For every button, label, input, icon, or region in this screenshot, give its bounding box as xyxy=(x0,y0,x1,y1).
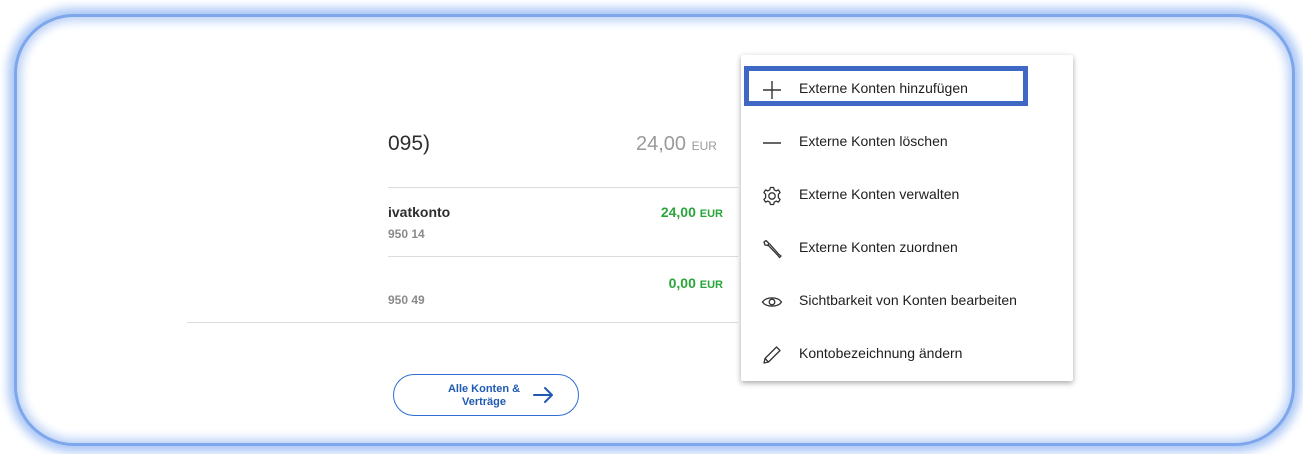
amount-value: 24,00 xyxy=(660,204,696,220)
menu-item-manage-external-accounts[interactable]: Externe Konten verwalten xyxy=(741,175,1073,215)
minus-icon xyxy=(761,132,783,154)
amount-value: 0,00 xyxy=(668,275,696,291)
gear-icon xyxy=(761,185,783,207)
all-accounts-button-label: Alle Konten & Verträge xyxy=(444,383,524,409)
highlight-box xyxy=(744,66,1028,106)
account-group-title: 095) xyxy=(388,132,431,155)
menu-item-label: Sichtbarkeit von Konten bearbeiten xyxy=(799,292,1017,308)
all-accounts-button-label-line2: Verträge xyxy=(461,396,507,408)
pencil-icon xyxy=(761,344,783,366)
account-group-total: 24,00 EUR xyxy=(636,133,717,156)
amount-currency: EUR xyxy=(699,279,723,291)
menu-item-delete-external-accounts[interactable]: Externe Konten löschen xyxy=(741,122,1073,162)
account-row-name[interactable]: ivatkonto xyxy=(388,204,450,220)
divider xyxy=(187,322,738,323)
divider xyxy=(388,256,738,257)
account-row-amount: 24,00 EUR xyxy=(661,204,723,220)
account-group-total-currency: EUR xyxy=(691,139,717,153)
all-accounts-button[interactable]: Alle Konten & Verträge xyxy=(393,374,579,416)
menu-item-assign-external-accounts[interactable]: Externe Konten zuordnen xyxy=(741,228,1073,268)
account-row-iban: 950 49 xyxy=(388,293,425,307)
amount-currency: EUR xyxy=(699,208,723,220)
menu-item-label: Externe Konten zuordnen xyxy=(799,239,958,255)
wrench-icon xyxy=(761,238,783,260)
accounts-overview: 095) 24,00 EUR ivatkonto 950 14 24,00 EU… xyxy=(0,0,1303,454)
divider xyxy=(388,187,738,188)
account-row-iban: 950 14 xyxy=(388,227,425,241)
menu-item-label: Kontobezeichnung ändern xyxy=(799,345,963,361)
account-row-amount: 0,00 EUR xyxy=(669,275,723,291)
arrow-right-icon xyxy=(532,385,556,410)
menu-item-rename-account[interactable]: Kontobezeichnung ändern xyxy=(741,334,1073,374)
menu-item-label: Externe Konten löschen xyxy=(799,133,948,149)
menu-item-edit-account-visibility[interactable]: Sichtbarkeit von Konten bearbeiten xyxy=(741,281,1073,321)
all-accounts-button-label-line1: Alle Konten & xyxy=(447,383,521,395)
account-group-total-value: 24,00 xyxy=(636,133,687,155)
menu-item-label: Externe Konten verwalten xyxy=(799,186,960,202)
eye-icon xyxy=(761,291,783,313)
